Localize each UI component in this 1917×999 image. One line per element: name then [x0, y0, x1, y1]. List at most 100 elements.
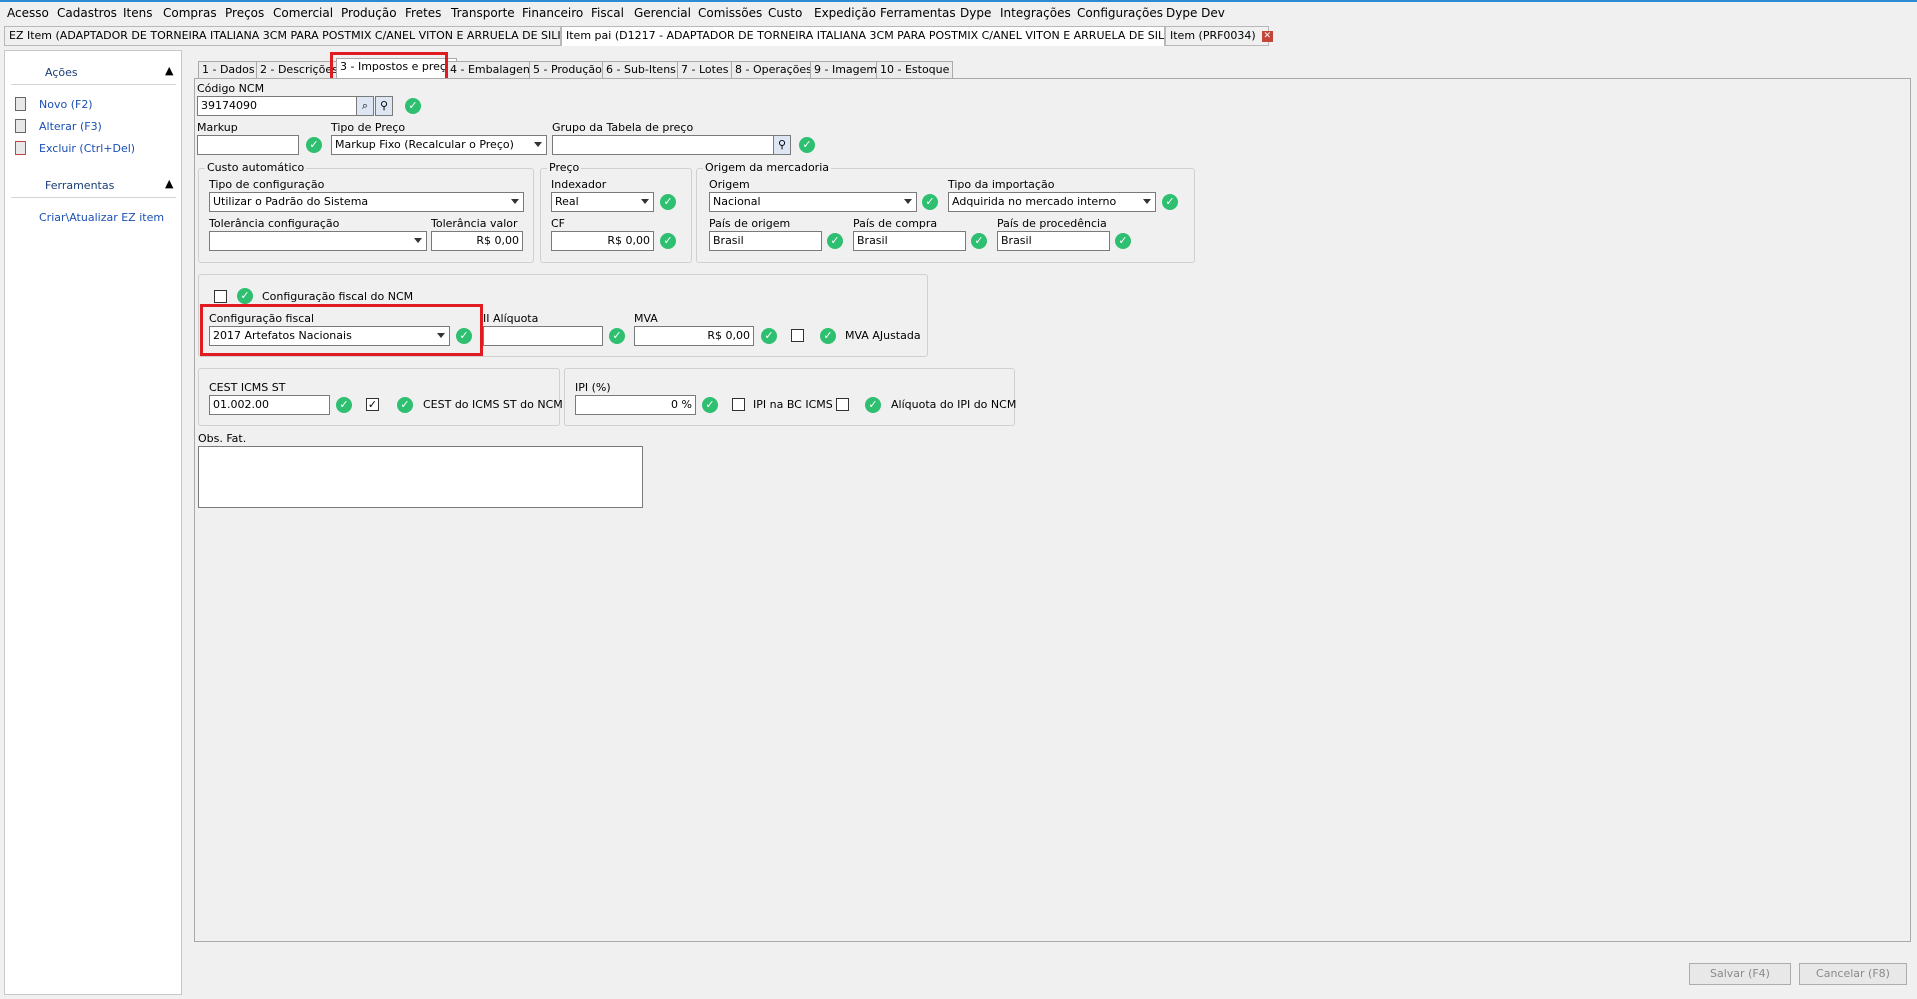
tab-producao[interactable]: 5 - Produção: [529, 61, 606, 79]
divider: [11, 84, 176, 85]
menu-comissoes[interactable]: Comissões: [698, 6, 762, 20]
origem-select[interactable]: Nacional: [709, 192, 917, 212]
menu-custo[interactable]: Custo: [768, 6, 802, 20]
divider: [11, 197, 176, 198]
config-fiscal-ncm-checkbox[interactable]: [214, 290, 227, 303]
tab-operacoes[interactable]: 8 - Operações: [731, 61, 816, 79]
mva-ajustada-checkbox[interactable]: [791, 329, 804, 342]
markup-input[interactable]: [197, 135, 299, 155]
ipi-label: IPI (%): [575, 381, 611, 394]
tipo-preco-value: Markup Fixo (Recalcular o Preço): [335, 138, 514, 151]
tipo-preco-select[interactable]: Markup Fixo (Recalcular o Preço): [331, 135, 547, 155]
tab-embalagens[interactable]: 4 - Embalagens: [446, 61, 540, 79]
ipi-bc-checkbox[interactable]: [732, 398, 745, 411]
doc-tab-ez-item[interactable]: EZ Item (ADAPTADOR DE TORNEIRA ITALIANA …: [4, 26, 614, 46]
check-icon: ✓: [827, 233, 843, 249]
cest-input[interactable]: 01.002.00: [209, 395, 330, 415]
cancel-button[interactable]: Cancelar (F8): [1799, 963, 1907, 985]
pais-compra-input[interactable]: Brasil: [853, 231, 966, 251]
tab-imagem[interactable]: 9 - Imagem: [810, 61, 882, 79]
ii-aliquota-label: II Alíquota: [483, 312, 539, 325]
menu-producao[interactable]: Produção: [341, 6, 397, 20]
pais-origem-input[interactable]: Brasil: [709, 231, 822, 251]
search-icon[interactable]: ⌕: [356, 96, 374, 116]
menu-compras[interactable]: Compras: [163, 6, 217, 20]
tol-config-select[interactable]: [209, 231, 427, 251]
indexador-select[interactable]: Real: [551, 192, 654, 212]
tol-config-label: Tolerância configuração: [209, 217, 340, 230]
tipo-preco-label: Tipo de Preço: [331, 121, 406, 134]
check-icon: ✓: [761, 328, 777, 344]
group-title: Custo automático: [205, 161, 307, 174]
chevron-up-icon[interactable]: ▲: [165, 177, 173, 190]
tab-estoque[interactable]: 10 - Estoque: [876, 61, 954, 79]
mva-input[interactable]: R$ 0,00: [634, 326, 754, 346]
ii-aliquota-input[interactable]: [483, 326, 603, 346]
sidebar: Ações ▲ Novo (F2) Alterar (F3) Excluir (…: [4, 50, 182, 995]
menu-financeiro[interactable]: Financeiro: [522, 6, 583, 20]
menu-fiscal[interactable]: Fiscal: [591, 6, 624, 20]
sidebar-novo-link[interactable]: Novo (F2): [39, 98, 93, 111]
document-new-icon: [15, 97, 26, 111]
menu-cadastros[interactable]: Cadastros: [57, 6, 117, 20]
menu-comercial[interactable]: Comercial: [273, 6, 333, 20]
tipo-config-select[interactable]: Utilizar o Padrão do Sistema: [209, 192, 524, 212]
cest-ncm-checkbox[interactable]: ✓: [366, 398, 379, 411]
binoculars-icon[interactable]: ⚲: [375, 96, 393, 116]
tipo-import-select[interactable]: Adquirida no mercado interno: [948, 192, 1156, 212]
document-delete-icon: [15, 141, 26, 155]
sidebar-excluir-link[interactable]: Excluir (Ctrl+Del): [39, 142, 135, 155]
indexador-label: Indexador: [551, 178, 607, 191]
tab-lotes[interactable]: 7 - Lotes: [677, 61, 733, 79]
sidebar-criar-link[interactable]: Criar\Atualizar EZ item: [39, 211, 164, 224]
tab-descricoes[interactable]: 2 - Descrições: [256, 61, 342, 79]
check-icon: ✓: [336, 397, 352, 413]
save-button[interactable]: Salvar (F4): [1689, 963, 1791, 985]
sidebar-section-title: Ações: [45, 66, 78, 79]
sidebar-section-title: Ferramentas: [45, 179, 115, 192]
pais-compra-label: País de compra: [853, 217, 938, 230]
doc-tab-label: EZ Item (ADAPTADOR DE TORNEIRA ITALIANA …: [9, 29, 597, 42]
chevron-up-icon[interactable]: ▲: [165, 64, 173, 77]
check-icon: ✓: [799, 137, 815, 153]
doc-tab-item[interactable]: Item (PRF0034) ✕: [1165, 26, 1273, 46]
tol-valor-input[interactable]: R$ 0,00: [431, 231, 523, 251]
menu-fretes[interactable]: Fretes: [405, 6, 441, 20]
group-title: Preço: [547, 161, 582, 174]
ipi-bc-label: IPI na BC ICMS: [753, 398, 833, 411]
sidebar-alterar-link[interactable]: Alterar (F3): [39, 120, 102, 133]
chevron-down-icon: [414, 238, 422, 243]
aliq-ipi-ncm-label: Alíquota do IPI do NCM: [891, 398, 1017, 411]
tab-dados[interactable]: 1 - Dados: [198, 61, 259, 79]
chevron-down-icon: [1143, 199, 1151, 204]
menu-ferramentas[interactable]: Ferramentas: [880, 6, 956, 20]
tab-sub-itens[interactable]: 6 - Sub-Itens: [602, 61, 680, 79]
tipo-config-value: Utilizar o Padrão do Sistema: [213, 195, 369, 208]
menu-transporte[interactable]: Transporte: [451, 6, 515, 20]
menu-dype-dev[interactable]: Dype Dev: [1166, 6, 1225, 20]
menu-precos[interactable]: Preços: [225, 6, 264, 20]
menu-bar: Acesso Cadastros Itens Compras Preços Co…: [0, 2, 1917, 23]
menu-acesso[interactable]: Acesso: [7, 6, 49, 20]
menu-gerencial[interactable]: Gerencial: [634, 6, 691, 20]
menu-dype[interactable]: Dype: [960, 6, 991, 20]
ipi-input[interactable]: 0 %: [575, 395, 696, 415]
doc-tab-item-pai[interactable]: Item pai (D1217 - ADAPTADOR DE TORNEIRA …: [561, 26, 1221, 46]
ncm-input[interactable]: 39174090: [197, 96, 357, 116]
close-icon[interactable]: ✕: [1261, 30, 1273, 42]
pais-proc-input[interactable]: Brasil: [997, 231, 1110, 251]
origem-value: Nacional: [713, 195, 761, 208]
grupo-tabela-label: Grupo da Tabela de preço: [552, 121, 694, 134]
menu-itens[interactable]: Itens: [123, 6, 152, 20]
cf-input[interactable]: R$ 0,00: [551, 231, 654, 251]
aliq-ipi-ncm-checkbox[interactable]: [836, 398, 849, 411]
grupo-tabela-input[interactable]: [552, 135, 774, 155]
binoculars-icon[interactable]: ⚲: [773, 135, 791, 155]
menu-expedicao[interactable]: Expedição: [814, 6, 876, 20]
chevron-down-icon: [904, 199, 912, 204]
pais-proc-label: País de procedência: [997, 217, 1107, 230]
menu-integracoes[interactable]: Integrações: [1000, 6, 1071, 20]
obs-textarea[interactable]: [198, 446, 643, 508]
menu-configuracoes[interactable]: Configurações: [1077, 6, 1163, 20]
check-icon: ✓: [609, 328, 625, 344]
